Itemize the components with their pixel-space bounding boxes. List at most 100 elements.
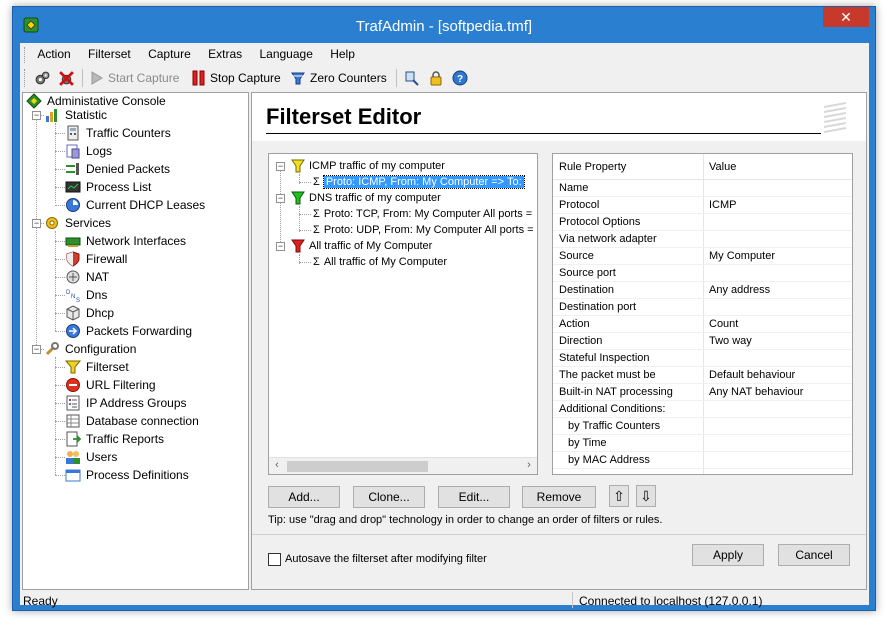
collapse-services-toggle[interactable]: − [32,219,41,228]
tree-firewall[interactable]: Firewall [65,250,127,268]
cancel-button[interactable]: Cancel [778,544,850,566]
filter-rules-tree[interactable]: − − − ICMP traffic of my computer Σ Prot… [268,153,538,475]
move-down-button[interactable]: ⇩ [636,485,656,507]
filter-group-dns-label: DNS traffic of my computer [309,192,441,204]
zero-counters-icon [291,72,305,85]
tree-filterset[interactable]: Filterset [65,358,129,376]
property-value[interactable]: ICMP [709,199,737,211]
property-row[interactable]: Stateful Inspection [553,350,852,367]
property-row[interactable]: The packet must be Default behaviour [553,367,852,384]
sigma-icon: Σ [313,208,320,220]
property-value[interactable]: Default behaviour [709,369,795,381]
start-capture-button[interactable]: Start Capture [90,69,179,87]
stop-capture-button[interactable]: Stop Capture [192,69,281,87]
tree-dns[interactable]: D N S Dns [65,286,107,304]
collapse-group-all[interactable]: − [276,242,285,251]
tree-dhcp-leases[interactable]: Current DHCP Leases [65,196,205,214]
tree-statistic[interactable]: Statistic [44,106,107,124]
property-value[interactable]: My Computer [709,250,775,262]
menu-action[interactable]: Action [30,43,77,61]
tree-services[interactable]: Services [44,214,111,232]
collapse-configuration-toggle[interactable]: − [32,345,41,354]
zero-counters-button[interactable]: Zero Counters [290,69,387,87]
filter-tool-button[interactable] [404,69,420,87]
collapse-group-icmp[interactable]: − [276,162,285,171]
filter-group-all[interactable]: All traffic of My Computer [291,238,432,254]
property-row[interactable]: Direction Two way [553,333,852,350]
property-row[interactable]: Via network adapter [553,231,852,248]
lock-tool-button[interactable] [428,69,444,87]
property-value[interactable]: Two way [709,335,752,347]
property-row[interactable]: by MAC Address [553,452,852,469]
tree-nat[interactable]: NAT [65,268,109,286]
clone-button[interactable]: Clone... [353,486,425,508]
rule-properties-grid[interactable]: Rule Property Value Name Protocol ICMP Prot… [552,153,853,475]
tree-ip-address-groups[interactable]: IP Address Groups [65,394,187,412]
property-row[interactable]: Protocol Options [553,214,852,231]
tree-process-list[interactable]: Process List [65,178,151,196]
menu-extras[interactable]: Extras [201,43,249,61]
property-row[interactable]: Source port [553,265,852,282]
property-row[interactable]: Additional Conditions: [553,401,852,418]
property-row[interactable]: Destination port [553,299,852,316]
filter-rule-all[interactable]: Σ All traffic of My Computer [313,254,447,270]
collapse-group-dns[interactable]: − [276,194,285,203]
app-window: TrafAdmin - [softpedia.tmf] ✕ Action Fil… [12,6,876,611]
tree-configuration[interactable]: Configuration [44,340,136,358]
property-row[interactable]: Action Count [553,316,852,333]
menu-help[interactable]: Help [323,43,362,61]
tree-database-connection[interactable]: Database connection [65,412,199,430]
property-row[interactable]: by Time [553,435,852,452]
tree-dhcp[interactable]: Dhcp [65,304,114,322]
title-bar[interactable]: TrafAdmin - [softpedia.tmf] ✕ [13,7,875,43]
tree-traffic-counters[interactable]: Traffic Counters [65,124,171,142]
disconnect-tool-button[interactable] [58,69,75,87]
property-row[interactable]: Built-in NAT processing Any NAT behaviour [553,384,852,401]
add-button[interactable]: Add... [268,486,340,508]
filter-group-icmp[interactable]: ICMP traffic of my computer [291,158,445,174]
tree-process-definitions[interactable]: Process Definitions [65,466,189,484]
move-up-button[interactable]: ⇧ [609,485,629,507]
menu-filterset[interactable]: Filterset [81,43,138,61]
col-value[interactable]: Value [709,161,736,173]
navigation-tree[interactable]: − − − Administative Console Statistic Tr… [22,92,249,590]
edit-button[interactable]: Edit... [438,486,510,508]
property-value[interactable]: Any address [709,284,770,296]
tree-denied-packets[interactable]: Denied Packets [65,160,170,178]
tree-packets-forwarding[interactable]: Packets Forwarding [65,322,192,340]
status-separator [572,592,573,608]
col-rule-property[interactable]: Rule Property [559,161,626,173]
tree-traffic-reports[interactable]: Traffic Reports [65,430,164,448]
property-row[interactable]: Destination Any address [553,282,852,299]
tree-url-filtering[interactable]: URL Filtering [65,376,156,394]
tree-logs[interactable]: Logs [65,142,112,160]
settings-tool-button[interactable] [34,69,51,87]
property-row[interactable]: by Traffic Counters [553,418,852,435]
horizontal-scrollbar[interactable]: ‹ › [269,457,537,474]
tree-users[interactable]: Users [65,448,117,466]
remove-button[interactable]: Remove [522,486,596,508]
property-value[interactable]: Count [709,318,738,330]
property-row[interactable]: Name [553,180,852,197]
scroll-left-icon[interactable]: ‹ [270,459,284,471]
menu-language[interactable]: Language [252,43,319,61]
autosave-checkbox[interactable] [268,553,281,566]
filter-rule-dns-udp[interactable]: Σ Proto: UDP, From: My Computer All port… [313,222,534,238]
toolbar-grip [24,69,25,87]
apply-button[interactable]: Apply [692,544,764,566]
property-row[interactable]: Source My Computer [553,248,852,265]
help-tool-button[interactable]: ? [452,69,468,87]
autosave-label[interactable]: Autosave the filterset after modifying f… [285,553,487,565]
scroll-right-icon[interactable]: › [522,459,536,471]
collapse-statistic-toggle[interactable]: − [32,111,41,120]
filter-rule-dns-tcp[interactable]: Σ Proto: TCP, From: My Computer All port… [313,206,532,222]
property-key: Built-in NAT processing [559,386,673,398]
property-value[interactable]: Any NAT behaviour [709,386,803,398]
filter-rule-icmp[interactable]: Σ Proto: ICMP, From: My Computer => To: [313,174,525,190]
close-button[interactable]: ✕ [823,7,869,27]
scroll-thumb[interactable] [287,461,428,472]
filter-group-dns[interactable]: DNS traffic of my computer [291,190,441,206]
tree-network-interfaces[interactable]: Network Interfaces [65,232,186,250]
property-row[interactable]: Protocol ICMP [553,197,852,214]
menu-capture[interactable]: Capture [141,43,198,61]
